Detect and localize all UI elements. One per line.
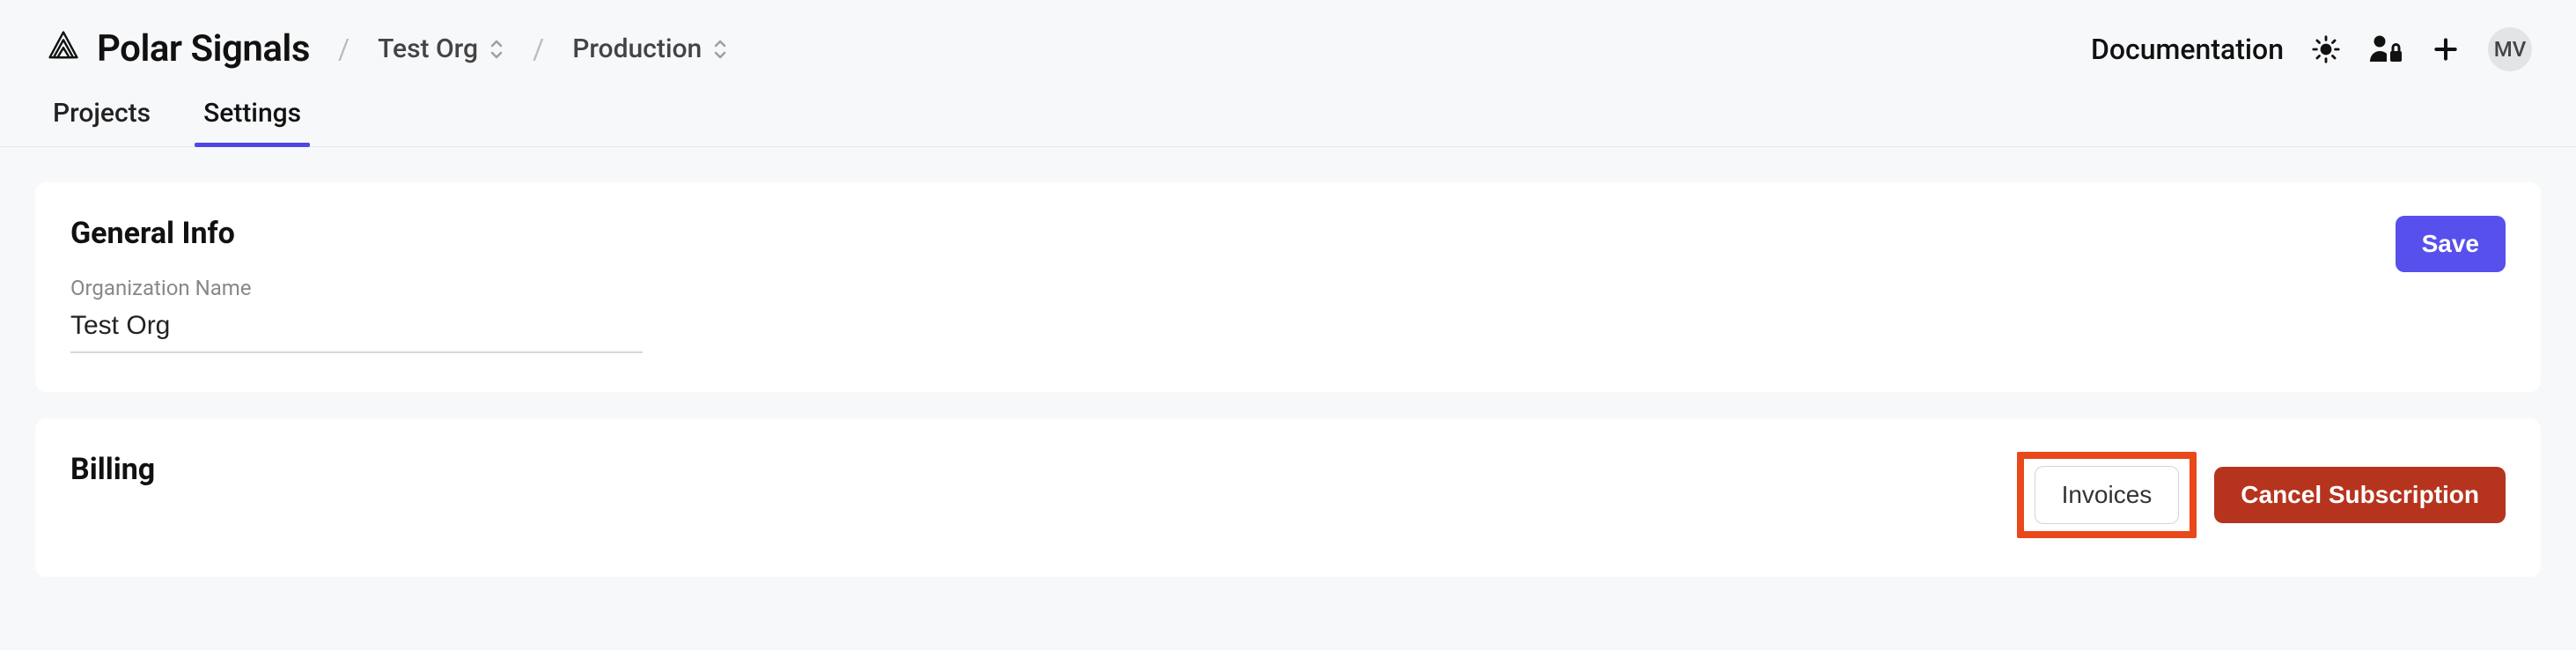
content: General Info Organization Name Save Bill… xyxy=(0,147,2576,639)
breadcrumb-org-label: Test Org xyxy=(378,33,478,64)
billing-left: Billing xyxy=(70,452,2017,487)
breadcrumb-org[interactable]: Test Org xyxy=(378,33,504,64)
invoices-highlight: Invoices xyxy=(2017,452,2197,538)
brand-logo[interactable]: Polar Signals xyxy=(44,26,310,71)
save-button[interactable]: Save xyxy=(2396,216,2506,272)
chevron-up-down-icon xyxy=(712,37,728,62)
cancel-subscription-button[interactable]: Cancel Subscription xyxy=(2214,467,2506,523)
general-info-left: General Info Organization Name xyxy=(70,216,2396,353)
user-lock-icon[interactable] xyxy=(2368,32,2403,67)
breadcrumb-separator: / xyxy=(331,33,357,66)
avatar[interactable]: MV xyxy=(2488,27,2532,71)
general-info-card: General Info Organization Name Save xyxy=(35,182,2541,392)
theme-toggle-icon[interactable] xyxy=(2308,32,2344,67)
breadcrumb-separator: / xyxy=(526,33,551,66)
topbar-right: Documentation xyxy=(2091,27,2532,71)
chevron-up-down-icon xyxy=(489,37,504,62)
general-info-title: General Info xyxy=(70,216,2396,251)
documentation-link[interactable]: Documentation xyxy=(2091,33,2284,66)
tab-settings[interactable]: Settings xyxy=(203,98,301,146)
breadcrumb-project-label: Production xyxy=(572,33,702,64)
invoices-button[interactable]: Invoices xyxy=(2035,466,2180,524)
topbar-left: Polar Signals / Test Org / Production xyxy=(44,26,728,71)
org-name-label: Organization Name xyxy=(70,276,2396,300)
tab-projects[interactable]: Projects xyxy=(53,98,151,146)
billing-title: Billing xyxy=(70,452,2017,487)
plus-icon[interactable] xyxy=(2428,32,2463,67)
org-name-input[interactable] xyxy=(70,306,643,353)
topbar: Polar Signals / Test Org / Production xyxy=(0,0,2576,80)
brand-name: Polar Signals xyxy=(97,27,310,70)
tabs: Projects Settings xyxy=(0,80,2576,147)
breadcrumb-project[interactable]: Production xyxy=(572,33,728,64)
org-name-field: Organization Name xyxy=(70,276,2396,353)
logo-icon xyxy=(44,26,83,71)
avatar-initials: MV xyxy=(2494,37,2526,62)
billing-card: Billing Invoices Cancel Subscription xyxy=(35,418,2541,577)
billing-actions: Invoices Cancel Subscription xyxy=(2017,452,2506,538)
